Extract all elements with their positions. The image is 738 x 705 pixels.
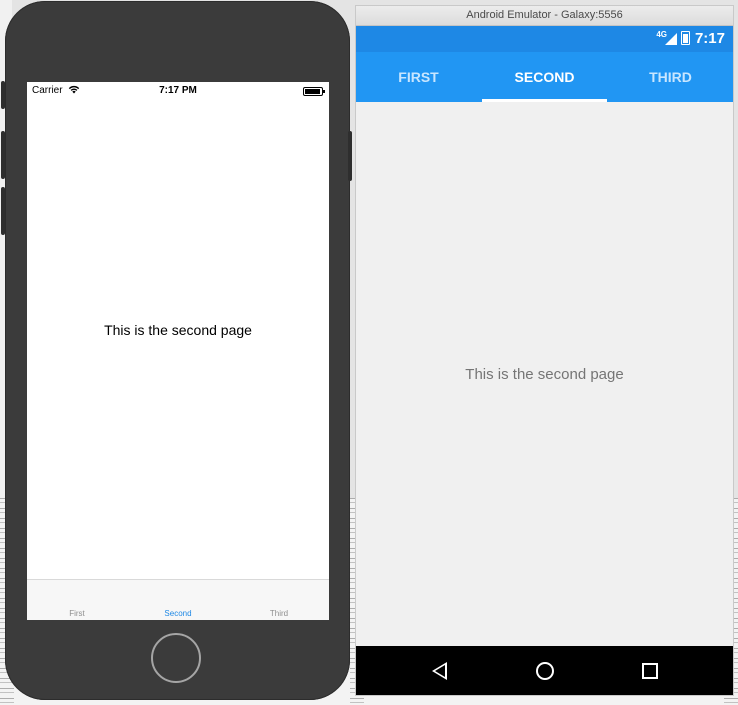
battery-icon — [303, 87, 325, 96]
android-tab-second-label: SECOND — [514, 69, 575, 85]
android-nav-bar — [356, 646, 733, 695]
android-tab-third-label: THIRD — [649, 69, 692, 85]
back-icon[interactable] — [432, 662, 447, 680]
emulator-title: Android Emulator - Galaxy:5556 — [356, 6, 733, 26]
home-icon[interactable] — [536, 662, 554, 680]
iphone-simulator: Carrier 7:17 PM This is the second page … — [1, 1, 352, 700]
battery-icon — [681, 31, 690, 45]
tab-selected-indicator — [482, 99, 607, 102]
android-status-bar: 4G 7:17 — [356, 26, 733, 52]
android-page-text: This is the second page — [465, 366, 624, 383]
android-tab-first[interactable]: FIRST — [356, 52, 481, 102]
ios-screen: Carrier 7:17 PM This is the second page … — [27, 82, 329, 620]
android-status-time: 7:17 — [694, 30, 725, 47]
iphone-volume-down — [1, 187, 5, 235]
android-tab-first-label: FIRST — [398, 69, 439, 85]
recent-apps-icon[interactable] — [642, 663, 658, 679]
ios-tab-third[interactable]: Third — [229, 609, 329, 618]
ios-page-text: This is the second page — [104, 322, 252, 338]
ios-status-time: 7:17 PM — [159, 85, 197, 96]
ios-status-bar: Carrier 7:17 PM — [27, 82, 329, 100]
ios-tab-second[interactable]: Second — [128, 609, 228, 618]
android-emulator-window: Android Emulator - Galaxy:5556 4G 7:17 F… — [355, 5, 734, 696]
android-tab-second[interactable]: SECOND — [482, 52, 607, 102]
ios-tab-bar: First Second Third — [27, 579, 329, 620]
iphone-volume-up — [1, 131, 5, 179]
android-tab-bar: FIRST SECOND THIRD — [356, 52, 733, 102]
android-tab-third[interactable]: THIRD — [608, 52, 733, 102]
ios-tab-first[interactable]: First — [27, 609, 127, 618]
iphone-home-button[interactable] — [151, 633, 201, 683]
iphone-power-button — [348, 131, 352, 181]
signal-icon — [665, 33, 677, 45]
iphone-mute-switch — [1, 81, 5, 109]
